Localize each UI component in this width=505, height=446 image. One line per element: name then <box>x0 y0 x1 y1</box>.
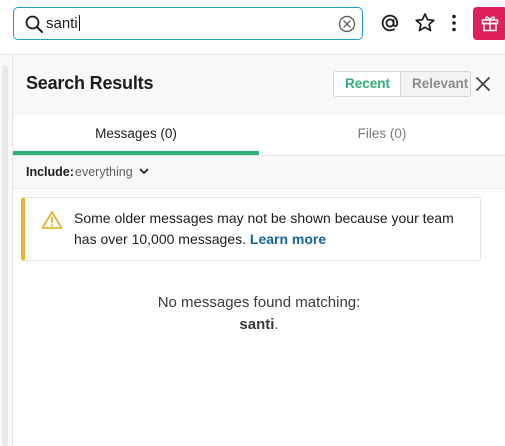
mention-icon[interactable] <box>377 10 403 36</box>
sort-toggle: Recent Relevant <box>333 71 471 97</box>
empty-state-query: santi. <box>239 316 279 333</box>
top-bar: santi <box>0 0 505 55</box>
slack-search-view: santi Search Results Recent Relevant Mes… <box>0 0 505 446</box>
sort-relevant-button[interactable]: Relevant <box>400 72 470 96</box>
older-messages-notice: Some older messages may not be shown bec… <box>21 197 481 261</box>
close-icon[interactable] <box>473 74 493 94</box>
active-tab-indicator <box>13 151 259 155</box>
warning-icon <box>41 211 63 229</box>
tab-files[interactable]: Files (0) <box>259 115 505 155</box>
include-label: Include: <box>26 165 74 179</box>
text-caret <box>78 15 80 31</box>
search-icon <box>25 15 43 33</box>
channel-pane-edge <box>0 55 13 446</box>
chevron-down-icon[interactable] <box>139 168 149 176</box>
close-circle-icon[interactable] <box>338 15 356 33</box>
empty-state: No messages found matching: santi. <box>13 292 505 336</box>
sort-recent-button[interactable]: Recent <box>334 72 400 96</box>
search-results-panel: Search Results Recent Relevant Messages … <box>13 55 505 446</box>
include-filter: Include: everything <box>13 156 505 189</box>
result-tabs: Messages (0) Files (0) <box>13 115 505 156</box>
empty-state-message: No messages found matching: <box>157 294 361 311</box>
gift-icon <box>481 16 499 32</box>
notice-text: Some older messages may not be shown bec… <box>74 210 454 247</box>
scrollbar[interactable] <box>2 65 8 446</box>
search-query-text[interactable]: santi <box>46 14 80 34</box>
learn-more-link[interactable]: Learn more <box>250 231 326 247</box>
star-icon[interactable] <box>412 10 438 36</box>
tab-messages[interactable]: Messages (0) <box>13 115 259 155</box>
more-vertical-icon[interactable] <box>441 10 467 36</box>
panel-title: Search Results <box>26 73 154 93</box>
search-input[interactable]: santi <box>13 7 363 40</box>
gift-button[interactable] <box>473 7 505 40</box>
panel-header: Search Results Recent Relevant <box>13 55 505 115</box>
include-dropdown[interactable]: everything <box>75 156 133 188</box>
